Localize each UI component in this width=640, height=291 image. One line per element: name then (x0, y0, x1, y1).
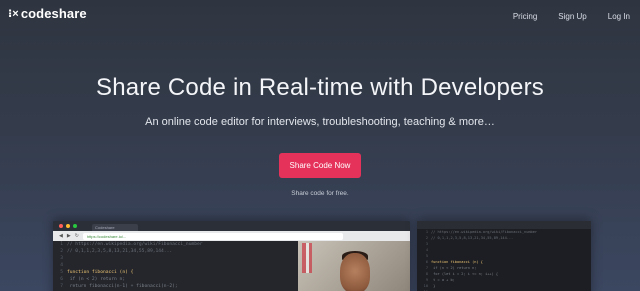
nav-login-link[interactable]: Log In (608, 12, 630, 21)
browser-tab: Codeshare (92, 224, 138, 231)
forward-arrow-icon: ▶ (66, 233, 71, 239)
code-line: 2 // 0,1,1,2,3,5,8,13,21,34,55,89,144... (53, 248, 298, 255)
brand-name: codeshare (20, 6, 87, 21)
code-text: // 0,1,1,2,3,5,8,13,21,34,55,89,144... (431, 236, 514, 240)
secondary-editor-toolbar (417, 221, 591, 229)
top-navigation-bar: ⁝× codeshare Pricing Sign Up Log In (0, 0, 640, 34)
minimize-dot-icon (66, 224, 70, 228)
code-text: // https://en.wikipedia.org/wiki/Fibonac… (431, 230, 538, 234)
code-text: if (n < 2) return n; (67, 277, 126, 282)
browser-mockup-image: Codeshare ◀ ▶ ↻ https://codeshare.io/...… (53, 221, 410, 291)
browser-address-bar: ◀ ▶ ↻ https://codeshare.io/... (53, 231, 410, 241)
code-line: 7 return fibonacci(n-1) + fibonacci(n-2)… (53, 283, 298, 290)
close-dot-icon (59, 224, 63, 228)
line-number: 4 (60, 263, 63, 268)
nav-links: Pricing Sign Up Log In (513, 12, 630, 21)
line-number: 3 (60, 256, 63, 261)
flag-shape (302, 243, 312, 273)
nav-signup-link[interactable]: Sign Up (558, 12, 586, 21)
secondary-editor-mockup: 1// https://en.wikipedia.org/wiki/Fibona… (417, 221, 591, 291)
browser-tab-bar: Codeshare (53, 221, 410, 231)
code-line: 5 function fibonacci (n) { (53, 269, 298, 276)
code-text: for (let i = 2; i <= n; i++) { (431, 272, 499, 276)
line-number: 1 (60, 242, 63, 247)
maximize-dot-icon (73, 224, 77, 228)
code-line: 3 (53, 255, 298, 262)
code-text: } (431, 284, 436, 288)
browser-url: https://codeshare.io/... (82, 232, 343, 240)
code-line: 1 // https://en.wikipedia.org/wiki/Fibona… (53, 241, 298, 248)
hero-subtitle: An online code editor for interviews, tr… (145, 116, 495, 128)
share-code-now-button[interactable]: Share Code Now (279, 153, 361, 178)
line-number: 7 (60, 284, 63, 289)
code-text: function fibonacci (n) { (431, 260, 483, 264)
person-face (340, 253, 370, 291)
video-call-preview (298, 241, 410, 291)
secondary-code-preview: 1// https://en.wikipedia.org/wiki/Fibona… (417, 229, 591, 291)
hero-title: Share Code in Real-time with Developers (95, 74, 544, 101)
codeshare-logo[interactable]: ⁝× codeshare (8, 6, 87, 21)
code-text: // https://en.wikipedia.org/wiki/Fibonac… (67, 242, 203, 247)
code-text: // 0,1,1,2,3,5,8,13,21,34,55,89,144... (67, 249, 173, 254)
code-text: function fibonacci (n) { (67, 270, 134, 275)
code-text: return fibonacci(n-1) + fibonacci(n-2); (67, 284, 178, 289)
line-number: 2 (60, 249, 63, 254)
free-note: Share code for free. (291, 190, 349, 197)
line-number: 6 (60, 277, 63, 282)
line-number: 5 (60, 270, 63, 275)
code-editor-preview: 1 // https://en.wikipedia.org/wiki/Fibona… (53, 241, 298, 291)
nav-pricing-link[interactable]: Pricing (513, 12, 537, 21)
back-arrow-icon: ◀ (59, 233, 63, 239)
codeshare-logo-icon: ⁝× (8, 8, 19, 20)
code-line: 4 (53, 262, 298, 269)
reload-icon: ↻ (74, 233, 79, 239)
code-text: t = a + b; (431, 278, 455, 282)
code-text: if (n < 2) return n; (431, 266, 477, 270)
code-line: 6 if (n < 2) return n; (53, 276, 298, 283)
